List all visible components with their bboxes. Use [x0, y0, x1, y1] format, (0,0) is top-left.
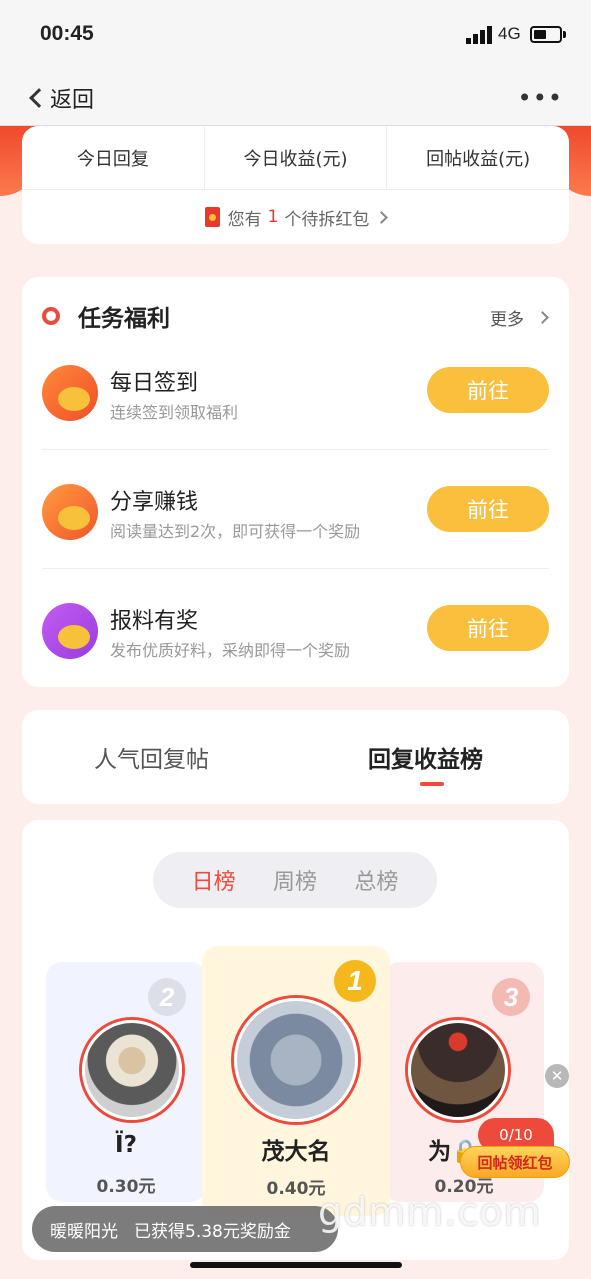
- tasks-more-label: 更多: [490, 310, 524, 330]
- go-button[interactable]: 前往: [427, 367, 549, 413]
- task-desc: 发布优质好料，采纳即得一个奖励: [110, 641, 351, 660]
- segment-weekly[interactable]: 周榜: [273, 864, 317, 896]
- stats-columns: 今日回复 今日收益(元) 回帖收益(元): [22, 126, 569, 190]
- ranking-tabs: 人气回复帖 回复收益榜: [22, 710, 569, 804]
- user-name-first: 茂大名: [261, 1139, 331, 1165]
- stat-today-replies: 今日回复: [22, 126, 205, 189]
- stat-reply-earnings: 回帖收益(元): [426, 148, 531, 170]
- amount-second: 0.30元: [96, 1177, 156, 1197]
- task-name: 每日签到: [110, 371, 199, 396]
- segment-daily[interactable]: 日榜: [192, 864, 236, 896]
- chevron-right-icon: [536, 311, 549, 324]
- avatar[interactable]: [408, 1020, 508, 1120]
- rank-badge-2: 2: [148, 978, 186, 1016]
- battery-icon: [530, 26, 562, 43]
- calendar-checkin-icon: [42, 365, 98, 421]
- red-packet-prefix: 您有: [227, 209, 262, 230]
- segment-total[interactable]: 总榜: [354, 864, 398, 896]
- divider: [42, 568, 549, 569]
- task-name: 分享赚钱: [110, 490, 199, 515]
- tasks-more-link[interactable]: 更多: [490, 305, 549, 330]
- red-packet-count: 1: [267, 207, 279, 227]
- tab-popular-replies[interactable]: 人气回复帖: [94, 740, 209, 774]
- battery-tip: [563, 31, 566, 38]
- stats-card: 今日回复 今日收益(元) 回帖收益(元) 您有 1 个待拆红包: [22, 126, 569, 244]
- ring-dot-icon: [42, 307, 60, 325]
- avatar[interactable]: [234, 998, 358, 1122]
- reply-redpacket-button[interactable]: 回帖领红包: [460, 1146, 570, 1178]
- reward-toast: 暖暖阳光 已获得5.38元奖励金: [32, 1206, 338, 1252]
- watermark: gdmm.com: [318, 1190, 542, 1234]
- task-name: 报料有奖: [110, 609, 199, 634]
- rank-badge-3: 3: [492, 978, 530, 1016]
- tasks-title: 任务福利: [78, 306, 170, 332]
- red-envelope-icon: [204, 207, 220, 227]
- toast-message: 已获得5.38元奖励金: [134, 1221, 291, 1242]
- back-label: 返回: [50, 88, 95, 113]
- task-desc: 阅读量达到2次，即可获得一个奖励: [110, 522, 361, 541]
- go-button[interactable]: 前往: [427, 486, 549, 532]
- status-bar: 00:45 4G: [0, 0, 591, 70]
- signal-icon: [466, 26, 492, 44]
- go-button[interactable]: 前往: [427, 605, 549, 651]
- back-button[interactable]: 返回: [24, 78, 94, 118]
- nav-bar: 返回 •••: [0, 70, 591, 126]
- red-packet-link[interactable]: 您有 1 个待拆红包: [22, 190, 569, 244]
- toast-nickname: 暖暖阳光: [50, 1221, 118, 1242]
- red-packet-suffix: 个待拆红包: [284, 209, 370, 230]
- period-segment-control: 日榜 周榜 总榜: [153, 852, 437, 908]
- home-indicator: [190, 1262, 402, 1268]
- tab-reply-earnings-rank[interactable]: 回复收益榜: [368, 740, 483, 774]
- stat-today-earnings: 今日收益(元): [205, 126, 388, 189]
- more-menu-button[interactable]: •••: [518, 84, 563, 112]
- task-report-reward: 报料有奖 发布优质好料，采纳即得一个奖励 前往: [42, 603, 549, 721]
- task-desc: 连续签到领取福利: [110, 403, 239, 422]
- close-icon[interactable]: ✕: [545, 1064, 569, 1088]
- network-label: 4G: [498, 24, 521, 43]
- status-time: 00:45: [40, 22, 94, 45]
- megaphone-icon: [42, 603, 98, 659]
- task-share-earn: 分享赚钱 阅读量达到2次，即可获得一个奖励 前往: [42, 484, 549, 602]
- share-icon: [42, 484, 98, 540]
- rank-badge-1: 1: [334, 960, 376, 1002]
- tasks-card: 任务福利 更多 每日签到 连续签到领取福利 前往 分享赚钱 阅读量达到2次，即可…: [22, 277, 569, 687]
- active-tab-indicator: [420, 782, 444, 786]
- task-daily-checkin: 每日签到 连续签到领取福利 前往: [42, 365, 549, 483]
- tasks-header: 任务福利: [42, 299, 170, 333]
- chevron-left-icon: [29, 88, 49, 108]
- avatar[interactable]: [82, 1020, 182, 1120]
- chevron-right-icon: [375, 210, 389, 224]
- user-name-second: Ï?: [115, 1132, 137, 1158]
- divider: [42, 449, 549, 450]
